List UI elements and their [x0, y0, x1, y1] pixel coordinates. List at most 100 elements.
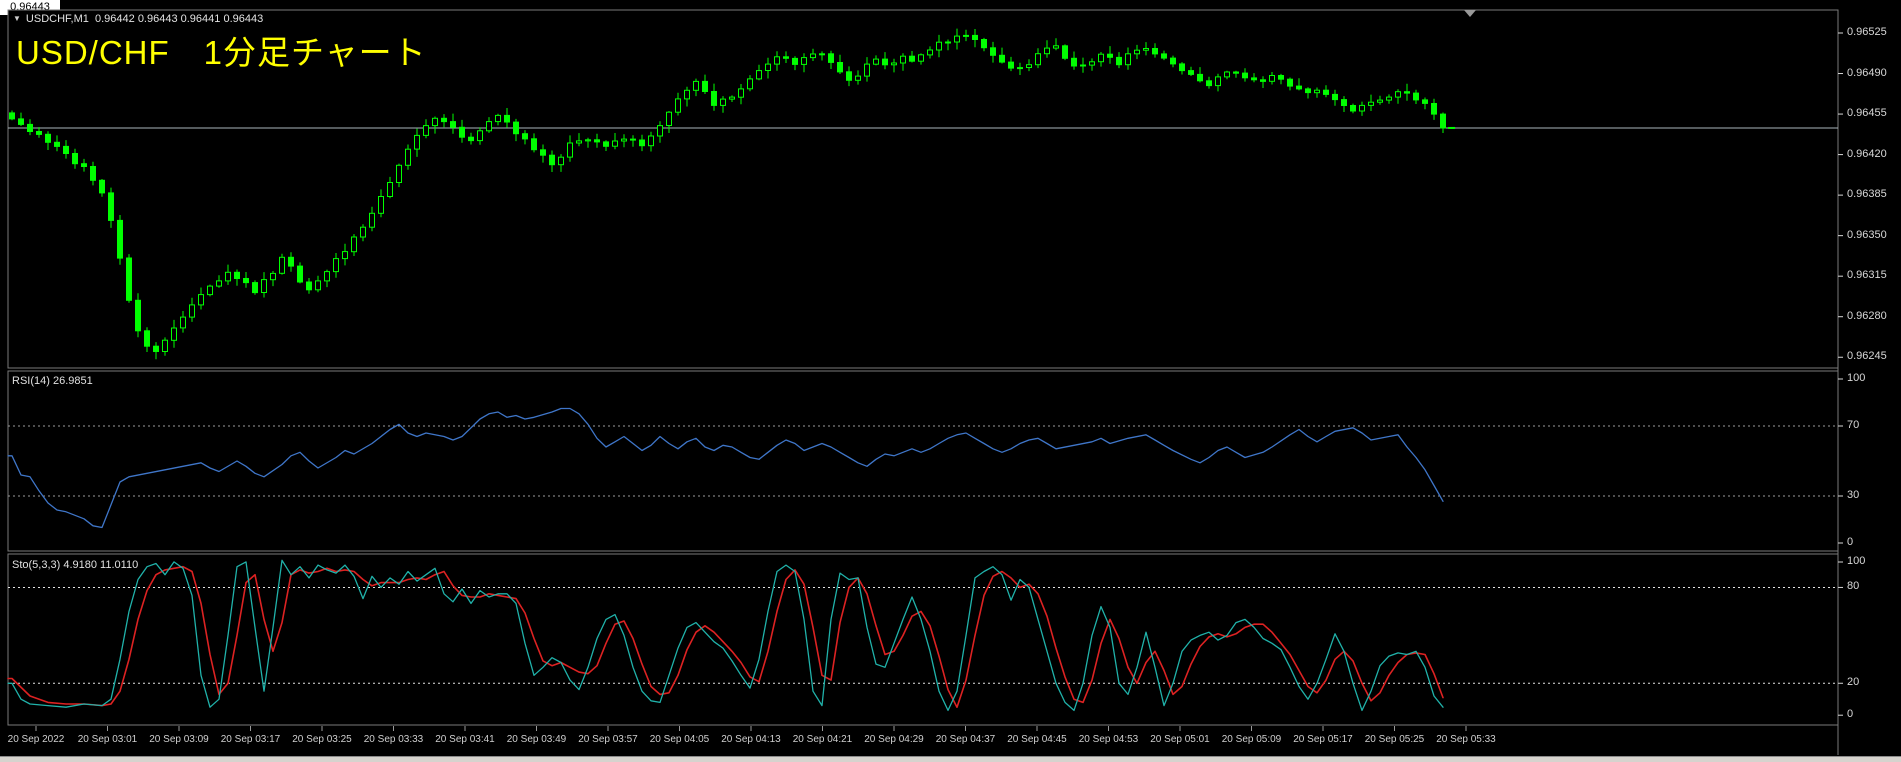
- candle: [874, 59, 879, 64]
- candle: [118, 220, 123, 258]
- candle: [1225, 72, 1230, 77]
- rsi-panel[interactable]: [8, 371, 1838, 551]
- candle: [622, 139, 627, 141]
- time-axis-label: 20 Sep 03:33: [364, 734, 424, 745]
- candle: [289, 257, 294, 266]
- candle: [1243, 73, 1248, 78]
- candle: [973, 35, 978, 39]
- candle: [703, 81, 708, 91]
- candle: [604, 142, 609, 146]
- time-axis-label: 20 Sep 03:49: [507, 734, 567, 745]
- candle: [541, 150, 546, 155]
- candle: [73, 154, 78, 164]
- candle: [154, 346, 159, 351]
- price-axis-label: 0.96490: [1847, 67, 1887, 79]
- candle: [766, 64, 771, 70]
- candle: [127, 258, 132, 300]
- candle: [910, 56, 915, 61]
- candle: [1423, 100, 1428, 104]
- candle: [640, 140, 645, 146]
- candle: [343, 252, 348, 259]
- candle: [820, 54, 825, 55]
- chart-title-text: USD/CHF 1分足チャート: [16, 26, 427, 74]
- candle: [1342, 100, 1347, 106]
- candle: [451, 122, 456, 128]
- candle: [316, 281, 321, 290]
- candle: [1000, 55, 1005, 62]
- candle: [964, 35, 969, 36]
- candle: [1360, 105, 1365, 111]
- candle: [1198, 74, 1203, 80]
- candle: [64, 146, 69, 153]
- candle: [478, 131, 483, 141]
- candle: [883, 59, 888, 65]
- stochastic-panel[interactable]: [8, 554, 1838, 725]
- candle: [253, 283, 258, 293]
- time-axis-label: 20 Sep 04:29: [864, 734, 924, 745]
- candle: [1171, 58, 1176, 64]
- candle: [1063, 46, 1068, 59]
- candle: [442, 118, 447, 121]
- sto-axis-label: 100: [1847, 555, 1865, 567]
- candle: [658, 126, 663, 136]
- candle: [181, 317, 186, 328]
- candle: [1441, 114, 1446, 128]
- time-axis-label: 20 Sep 04:53: [1079, 734, 1139, 745]
- candle: [334, 259, 339, 272]
- candle: [730, 97, 735, 99]
- candle: [379, 197, 384, 214]
- candle: [82, 164, 87, 167]
- candle: [1270, 76, 1275, 82]
- candle: [1351, 106, 1356, 112]
- candle: [748, 79, 753, 89]
- candle: [667, 112, 672, 125]
- time-axis-label: 20 Sep 2022: [8, 734, 65, 745]
- candle: [1009, 62, 1014, 68]
- price-axis-label: 0.96350: [1847, 229, 1887, 241]
- candle: [685, 90, 690, 99]
- candle: [991, 48, 996, 56]
- time-axis-label: 20 Sep 05:09: [1222, 734, 1282, 745]
- candle: [865, 64, 870, 76]
- chart-canvas[interactable]: [0, 0, 1901, 762]
- candle: [514, 122, 519, 134]
- candle: [721, 99, 726, 105]
- candle: [676, 99, 681, 112]
- candle: [955, 36, 960, 42]
- candle: [1099, 54, 1104, 62]
- candle: [928, 50, 933, 55]
- candle: [1387, 97, 1392, 100]
- candle: [208, 286, 213, 295]
- candle: [1234, 72, 1239, 73]
- candle: [586, 140, 591, 141]
- candle: [1045, 48, 1050, 54]
- price-axis-label: 0.96385: [1847, 188, 1887, 200]
- candle: [892, 63, 897, 65]
- price-axis-label: 0.96245: [1847, 350, 1887, 362]
- candle: [1432, 104, 1437, 115]
- rsi-axis-label: 0: [1847, 536, 1853, 548]
- sto-axis-label: 0: [1847, 708, 1853, 720]
- candle: [469, 137, 474, 140]
- candle: [19, 119, 24, 125]
- candle: [847, 72, 852, 81]
- price-axis-label: 0.96525: [1847, 26, 1887, 38]
- candle: [631, 139, 636, 140]
- candle: [793, 58, 798, 64]
- candle: [280, 257, 285, 273]
- candle: [775, 57, 780, 64]
- candle: [901, 56, 906, 63]
- candle: [352, 237, 357, 252]
- candle: [1072, 58, 1077, 66]
- time-axis-label: 20 Sep 04:13: [721, 734, 781, 745]
- candle: [757, 71, 762, 79]
- time-axis-label: 20 Sep 05:01: [1150, 734, 1210, 745]
- chevron-down-icon[interactable]: ▼: [13, 14, 21, 23]
- candle: [424, 126, 429, 136]
- candle: [415, 135, 420, 149]
- candle: [811, 54, 816, 58]
- candle: [739, 89, 744, 97]
- candle: [1324, 90, 1329, 94]
- candle: [46, 134, 51, 142]
- candle: [1288, 79, 1293, 86]
